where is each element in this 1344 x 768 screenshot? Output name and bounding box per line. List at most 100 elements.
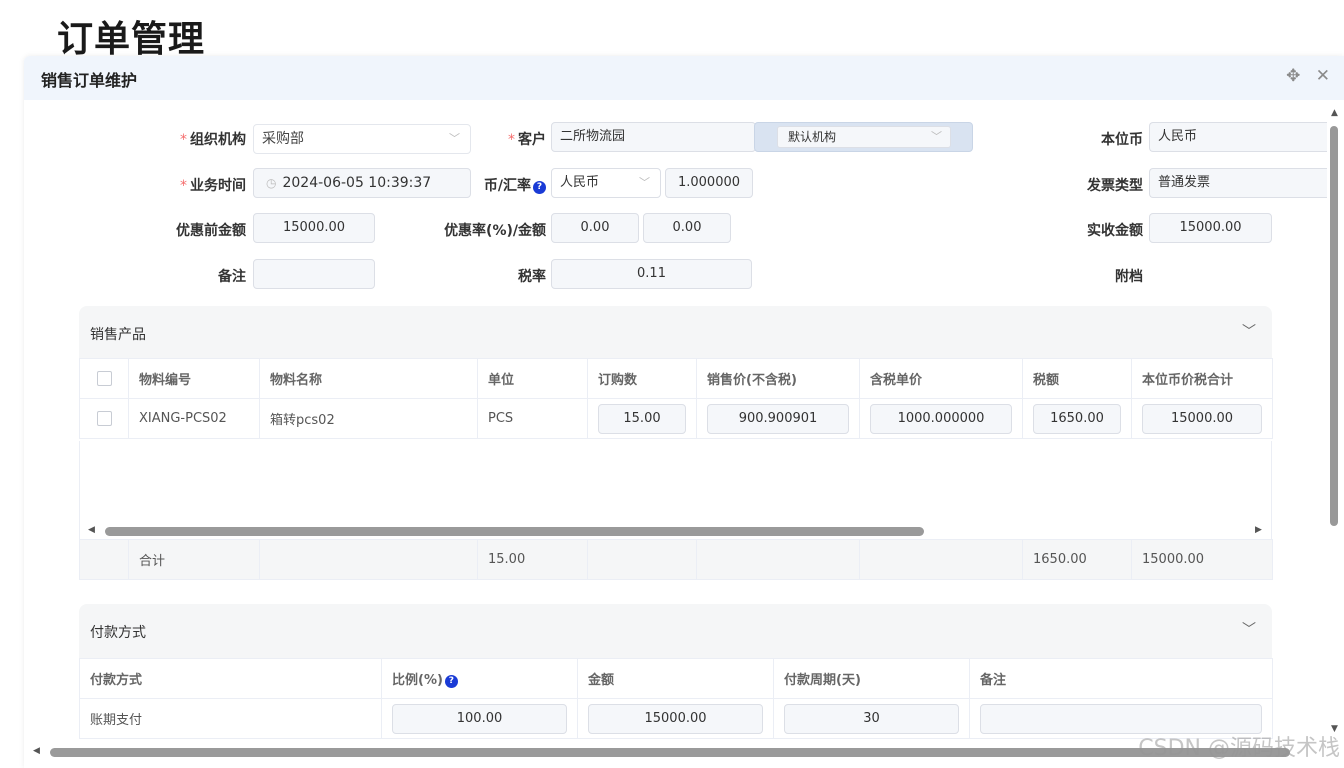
products-section-header[interactable]: 销售产品 ﹀	[79, 306, 1272, 358]
biz-time-label: * 业务时间	[180, 178, 246, 194]
products-section-title: 销售产品	[90, 327, 146, 343]
products-table: 物料编号 物料名称 单位 订购数 销售价(不含税) 含税单价 税额 本位币价税合…	[79, 358, 1273, 439]
payment-remark-input[interactable]	[980, 703, 1262, 734]
chevron-down-icon[interactable]: ﹀	[1242, 321, 1256, 341]
summary-qty: 15.00	[477, 539, 588, 580]
column-header[interactable]: 物料名称	[259, 358, 478, 399]
column-header[interactable]: 比例(%)?	[381, 658, 578, 699]
customer-org-wrapper: 默认机构 ﹀	[754, 122, 973, 152]
invoice-type-select[interactable]: 普通发票	[1149, 168, 1327, 198]
payment-table: 付款方式 比例(%)? 金额 付款周期(天) 备注 账期支付 100.00 15…	[79, 658, 1273, 739]
column-header[interactable]: 本位币价税合计	[1131, 358, 1273, 399]
org-select[interactable]: 采购部 ﹀	[253, 124, 471, 154]
discount-label: 优惠率(%)/金额	[444, 223, 546, 239]
total-input[interactable]: 15000.00	[1142, 403, 1262, 434]
remark-label: 备注	[218, 269, 246, 285]
select-all-checkbox-cell	[79, 358, 129, 399]
customer-org-select[interactable]: 默认机构 ﹀	[777, 126, 951, 148]
dialog-hscroll-thumb[interactable]	[50, 748, 1290, 757]
scroll-left-icon[interactable]: ◀	[33, 746, 40, 756]
invoice-type-label: 发票类型	[1087, 178, 1143, 194]
discount-rate-input[interactable]: 0.00	[551, 213, 639, 243]
pre-discount-label: 优惠前金额	[176, 223, 246, 239]
table-row[interactable]: 账期支付 100.00 15000.00 30	[79, 698, 1273, 739]
tax-rate-label: 税率	[518, 269, 546, 285]
products-header-row: 物料编号 物料名称 单位 订购数 销售价(不含税) 含税单价 税额 本位币价税合…	[79, 358, 1273, 399]
column-header[interactable]: 备注	[969, 658, 1273, 699]
column-header[interactable]: 订购数	[587, 358, 697, 399]
summary-row: 合计 15.00 1650.00 15000.00	[79, 539, 1273, 580]
tax-price-input[interactable]: 1000.000000	[870, 403, 1012, 434]
summary-label: 合计	[128, 539, 260, 580]
payment-section-title: 付款方式	[90, 625, 146, 641]
column-header[interactable]: 销售价(不含税)	[696, 358, 860, 399]
org-label: * 组织机构	[180, 132, 246, 148]
product-code: XIANG-PCS02	[128, 398, 260, 439]
scroll-right-icon[interactable]: ▶	[1255, 525, 1262, 535]
column-header[interactable]: 含税单价	[859, 358, 1023, 399]
base-currency-label: 本位币	[1101, 132, 1143, 148]
received-label: 实收金额	[1087, 223, 1143, 239]
scroll-up-icon[interactable]: ▲	[1331, 108, 1338, 118]
row-checkbox[interactable]	[96, 411, 112, 426]
dialog-title: 销售订单维护	[41, 71, 138, 90]
required-mark: *	[180, 178, 187, 194]
rate-label: 币/汇率?	[470, 175, 546, 195]
dialog-icons: ✥ ✕	[1276, 66, 1330, 86]
chevron-down-icon: ﹀	[639, 176, 650, 189]
chevron-down-icon[interactable]: ﹀	[1242, 619, 1256, 639]
help-icon[interactable]: ?	[444, 675, 458, 688]
remark-input[interactable]	[253, 259, 375, 289]
move-icon[interactable]: ✥	[1286, 66, 1300, 86]
summary-tax: 1650.00	[1022, 539, 1132, 580]
row-checkbox-cell	[79, 398, 129, 439]
dialog-vscroll-thumb[interactable]	[1330, 126, 1338, 526]
column-header[interactable]: 物料编号	[128, 358, 260, 399]
ratio-input[interactable]: 100.00	[392, 703, 567, 734]
required-mark: *	[180, 132, 187, 148]
column-header[interactable]: 金额	[577, 658, 774, 699]
select-all-checkbox[interactable]	[96, 371, 112, 386]
column-header[interactable]: 付款周期(天)	[773, 658, 970, 699]
payment-method: 账期支付	[79, 698, 382, 739]
help-icon[interactable]: ?	[533, 181, 546, 194]
period-input[interactable]: 30	[784, 703, 959, 734]
dialog-header: 销售订单维护 ✥ ✕	[24, 56, 1344, 100]
discount-amount-input[interactable]: 0.00	[643, 213, 731, 243]
currency-select[interactable]: 人民币 ﹀	[551, 168, 661, 198]
column-header[interactable]: 单位	[477, 358, 588, 399]
scroll-left-icon[interactable]: ◀	[88, 525, 95, 535]
qty-input[interactable]: 15.00	[598, 403, 686, 434]
column-header[interactable]: 税额	[1022, 358, 1132, 399]
chevron-down-icon: ﹀	[931, 130, 942, 143]
close-icon[interactable]: ✕	[1316, 66, 1330, 86]
product-name: 箱转pcs02	[259, 398, 478, 439]
customer-input[interactable]: 二所物流园	[551, 122, 756, 152]
payment-header-row: 付款方式 比例(%)? 金额 付款周期(天) 备注	[79, 658, 1273, 699]
column-header[interactable]: 付款方式	[79, 658, 382, 699]
exchange-rate-input[interactable]: 1.000000	[665, 168, 753, 198]
products-hscroll-thumb[interactable]	[105, 527, 924, 536]
base-currency-input[interactable]: 人民币	[1149, 122, 1327, 152]
pre-discount-input[interactable]: 15000.00	[253, 213, 375, 243]
customer-label: * 客户	[508, 132, 546, 148]
tax-input[interactable]: 1650.00	[1033, 403, 1121, 434]
clock-icon: ◷	[266, 176, 277, 190]
page-title: 订单管理	[57, 19, 206, 60]
product-unit: PCS	[477, 398, 588, 439]
biz-time-picker[interactable]: ◷ 2024-06-05 10:39:37	[253, 168, 471, 198]
required-mark: *	[508, 132, 515, 148]
payment-section: 付款方式 ﹀ 付款方式 比例(%)? 金额 付款周期(天) 备注 账期支付 10…	[79, 604, 1273, 740]
summary-total: 15000.00	[1131, 539, 1273, 580]
price-input[interactable]: 900.900901	[707, 403, 849, 434]
chevron-down-icon: ﹀	[449, 132, 460, 145]
payment-section-header[interactable]: 付款方式 ﹀	[79, 604, 1272, 658]
products-section: 销售产品 ﹀ 物料编号 物料名称 单位 订购数 销售价(不含税) 含税单价 税额…	[79, 306, 1273, 580]
received-input[interactable]: 15000.00	[1149, 213, 1272, 243]
table-row[interactable]: XIANG-PCS02 箱转pcs02 PCS 15.00 900.900901…	[79, 398, 1273, 439]
tax-rate-input[interactable]: 0.11	[551, 259, 752, 289]
watermark: CSDN @源码技术栈	[1138, 736, 1340, 761]
amount-input[interactable]: 15000.00	[588, 703, 763, 734]
products-footer: 合计 15.00 1650.00 15000.00	[79, 539, 1273, 580]
attachment-label: 附档	[1115, 269, 1143, 285]
